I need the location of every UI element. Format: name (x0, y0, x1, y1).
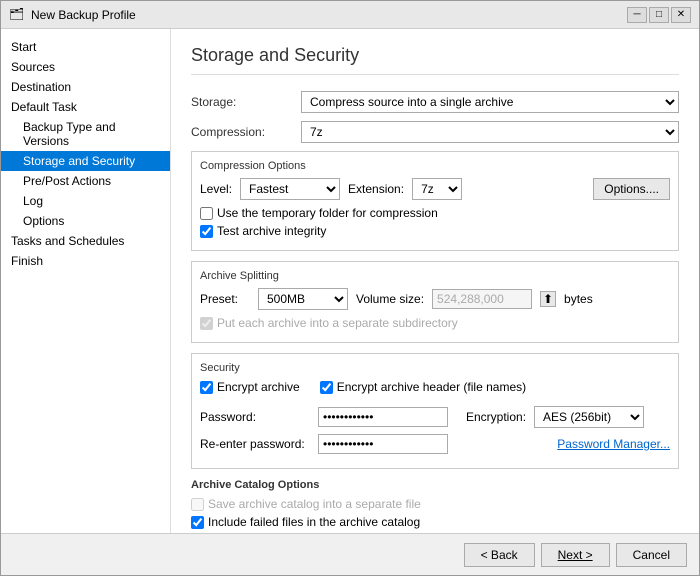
catalog-title: Archive Catalog Options (191, 479, 679, 491)
sidebar-item-storage-security[interactable]: Storage and Security (1, 151, 170, 171)
storage-control: Compress source into a single archive (301, 91, 679, 113)
put-each-archive-label: Put each archive into a separate subdire… (217, 316, 458, 330)
sidebar-item-sources[interactable]: Sources (1, 57, 170, 77)
compression-label: Compression: (191, 125, 301, 139)
password-manager-link[interactable]: Password Manager... (557, 437, 670, 451)
storage-row: Storage: Compress source into a single a… (191, 91, 679, 113)
sidebar-item-start[interactable]: Start (1, 37, 170, 57)
extension-label: Extension: (348, 182, 404, 196)
reenter-label: Re-enter password: (200, 437, 310, 451)
include-failed-checkbox[interactable] (191, 516, 204, 529)
sidebar-item-finish[interactable]: Finish (1, 251, 170, 271)
encrypt-header-label: Encrypt archive header (file names) (337, 380, 526, 394)
compression-row: Compression: 7z (191, 121, 679, 143)
maximize-button[interactable]: □ (649, 7, 669, 23)
encryption-select[interactable]: AES (256bit) AES (128bit) (534, 406, 644, 428)
encrypt-archive-checkbox[interactable] (200, 381, 213, 394)
compression-control: 7z (301, 121, 679, 143)
sidebar-item-tasks-schedules[interactable]: Tasks and Schedules (1, 231, 170, 251)
encrypt-header-row: Encrypt archive header (file names) (320, 380, 526, 394)
window-icon: 🗂 (9, 7, 25, 23)
sidebar-item-backup-type[interactable]: Backup Type and Versions (1, 117, 170, 151)
use-temp-folder-label: Use the temporary folder for compression (217, 206, 438, 220)
window-controls: ─ □ ✕ (627, 7, 691, 23)
footer: < Back Next > Cancel (1, 533, 699, 575)
use-temp-folder-row: Use the temporary folder for compression (200, 206, 670, 220)
level-label: Level: (200, 182, 232, 196)
storage-select[interactable]: Compress source into a single archive (301, 91, 679, 113)
page-title: Storage and Security (191, 45, 679, 75)
sidebar-item-destination[interactable]: Destination (1, 77, 170, 97)
sidebar: Start Sources Destination Default Task B… (1, 29, 171, 533)
volume-spin-btn[interactable]: ⬆ (540, 291, 556, 307)
extension-select[interactable]: 7z zip (412, 178, 462, 200)
preset-select[interactable]: 500MB 1GB 2GB (258, 288, 348, 310)
include-failed-label: Include failed files in the archive cata… (208, 515, 420, 529)
compression-options-box: Compression Options Level: Fastest Fast … (191, 151, 679, 251)
compression-select[interactable]: 7z (301, 121, 679, 143)
password-row: Password: Encryption: AES (256bit) AES (… (200, 406, 670, 428)
cancel-button[interactable]: Cancel (616, 543, 687, 567)
use-temp-folder-checkbox[interactable] (200, 207, 213, 220)
encryption-label: Encryption: (466, 410, 526, 424)
security-box: Security Encrypt archive Encrypt archive… (191, 353, 679, 469)
reenter-password-input[interactable] (318, 434, 448, 454)
content-area: Storage and Security Storage: Compress s… (171, 29, 699, 533)
reenter-password-row: Re-enter password: Password Manager... (200, 434, 670, 454)
level-select[interactable]: Fastest Fast Normal Maximum (240, 178, 340, 200)
sidebar-item-log[interactable]: Log (1, 191, 170, 211)
password-label: Password: (200, 410, 310, 424)
test-archive-label: Test archive integrity (217, 224, 326, 238)
close-button[interactable]: ✕ (671, 7, 691, 23)
encrypt-header-checkbox[interactable] (320, 381, 333, 394)
include-failed-row: Include failed files in the archive cata… (191, 515, 679, 529)
password-input[interactable] (318, 407, 448, 427)
security-title: Security (200, 362, 670, 374)
next-button[interactable]: Next > (541, 543, 610, 567)
sidebar-item-pre-post[interactable]: Pre/Post Actions (1, 171, 170, 191)
put-each-archive-checkbox[interactable] (200, 317, 213, 330)
main-area: Start Sources Destination Default Task B… (1, 29, 699, 533)
options-button[interactable]: Options.... (593, 178, 670, 200)
archive-splitting-title: Archive Splitting (200, 270, 670, 282)
archive-splitting-box: Archive Splitting Preset: 500MB 1GB 2GB … (191, 261, 679, 343)
save-catalog-checkbox[interactable] (191, 498, 204, 511)
security-checks: Encrypt archive Encrypt archive header (… (200, 380, 670, 398)
titlebar: 🗂 New Backup Profile ─ □ ✕ (1, 1, 699, 29)
encrypt-archive-row: Encrypt archive (200, 380, 300, 394)
preset-label: Preset: (200, 292, 250, 306)
back-button[interactable]: < Back (464, 543, 535, 567)
test-archive-row: Test archive integrity (200, 224, 670, 238)
split-preset-row: Preset: 500MB 1GB 2GB Volume size: ⬆ byt… (200, 288, 670, 310)
minimize-button[interactable]: ─ (627, 7, 647, 23)
main-window: 🗂 New Backup Profile ─ □ ✕ Start Sources… (0, 0, 700, 576)
save-catalog-row: Save archive catalog into a separate fil… (191, 497, 679, 511)
bytes-label: bytes (564, 292, 593, 306)
volume-size-input[interactable] (432, 289, 532, 309)
comp-level-row: Level: Fastest Fast Normal Maximum Exten… (200, 178, 670, 200)
catalog-section: Archive Catalog Options Save archive cat… (191, 479, 679, 533)
test-archive-checkbox[interactable] (200, 225, 213, 238)
save-catalog-label: Save archive catalog into a separate fil… (208, 497, 421, 511)
sidebar-item-options[interactable]: Options (1, 211, 170, 231)
volume-size-label: Volume size: (356, 292, 424, 306)
window-title: New Backup Profile (31, 8, 627, 22)
put-each-archive-row: Put each archive into a separate subdire… (200, 316, 670, 330)
storage-label: Storage: (191, 95, 301, 109)
compression-options-title: Compression Options (200, 160, 670, 172)
sidebar-item-default-task[interactable]: Default Task (1, 97, 170, 117)
encrypt-archive-label: Encrypt archive (217, 380, 300, 394)
